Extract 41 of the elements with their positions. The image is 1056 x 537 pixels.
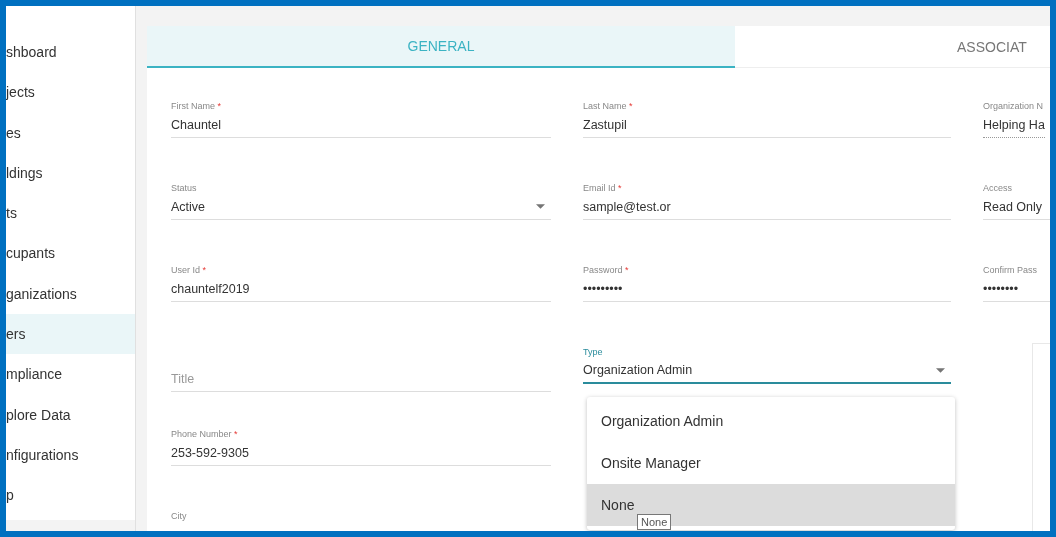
field-label: First Name * [171, 100, 222, 112]
field-label: Phone Number * [171, 428, 238, 440]
sidebar-item[interactable]: ts [6, 193, 135, 234]
sidebar-item[interactable]: shboard [6, 32, 135, 73]
caret-icon [536, 204, 545, 209]
input-field[interactable]: Helping Ha [983, 112, 1045, 138]
field-label: City [171, 510, 187, 522]
input-field[interactable]: ••••••••• [583, 276, 951, 302]
field-label: Last Name * [583, 100, 633, 112]
input-field[interactable]: 253-592-9305 [171, 440, 551, 466]
sidebar-item[interactable]: mpliance [6, 354, 135, 395]
field-label: Status [171, 182, 197, 194]
dropdown-option[interactable]: Organization Admin [587, 400, 955, 442]
input-field[interactable]: Read Only [983, 194, 1050, 220]
sidebar-item[interactable]: jects [6, 72, 135, 113]
sidebar-item[interactable]: ldings [6, 152, 135, 194]
sidebar-item[interactable]: es [6, 112, 135, 153]
input-field[interactable]: sample@test.or [583, 194, 951, 220]
tab[interactable]: ASSOCIAT [735, 26, 1050, 68]
select-field[interactable]: Active [171, 194, 551, 220]
field-label: Confirm Pass [983, 264, 1037, 276]
dropdown-option[interactable]: Onsite Manager [587, 442, 955, 484]
field-label: Access [983, 182, 1012, 194]
sidebar-item[interactable]: plore Data [6, 394, 135, 435]
select-field[interactable]: Organization Admin [583, 358, 951, 384]
sidebar-item[interactable]: cupants [6, 233, 135, 274]
field-label: Password * [583, 264, 629, 276]
field-label: Organization N [983, 100, 1044, 112]
sidebar-item[interactable]: p [6, 475, 135, 516]
input-field[interactable]: •••••••• [983, 276, 1050, 302]
field-label: Type [583, 346, 603, 358]
sidebar-item[interactable]: nfigurations [6, 434, 135, 476]
sidebar-item[interactable]: ers [6, 314, 135, 355]
tooltip: None [637, 514, 672, 530]
sidebar-item[interactable]: ganizations [6, 273, 135, 315]
field-label: Email Id * [583, 182, 622, 194]
input-field[interactable]: Zastupil [583, 112, 951, 138]
input-field[interactable]: Chauntel [171, 112, 551, 138]
field-label: User Id * [171, 264, 207, 276]
input-field[interactable]: chauntelf2019 [171, 276, 551, 302]
caret-icon [936, 367, 945, 373]
